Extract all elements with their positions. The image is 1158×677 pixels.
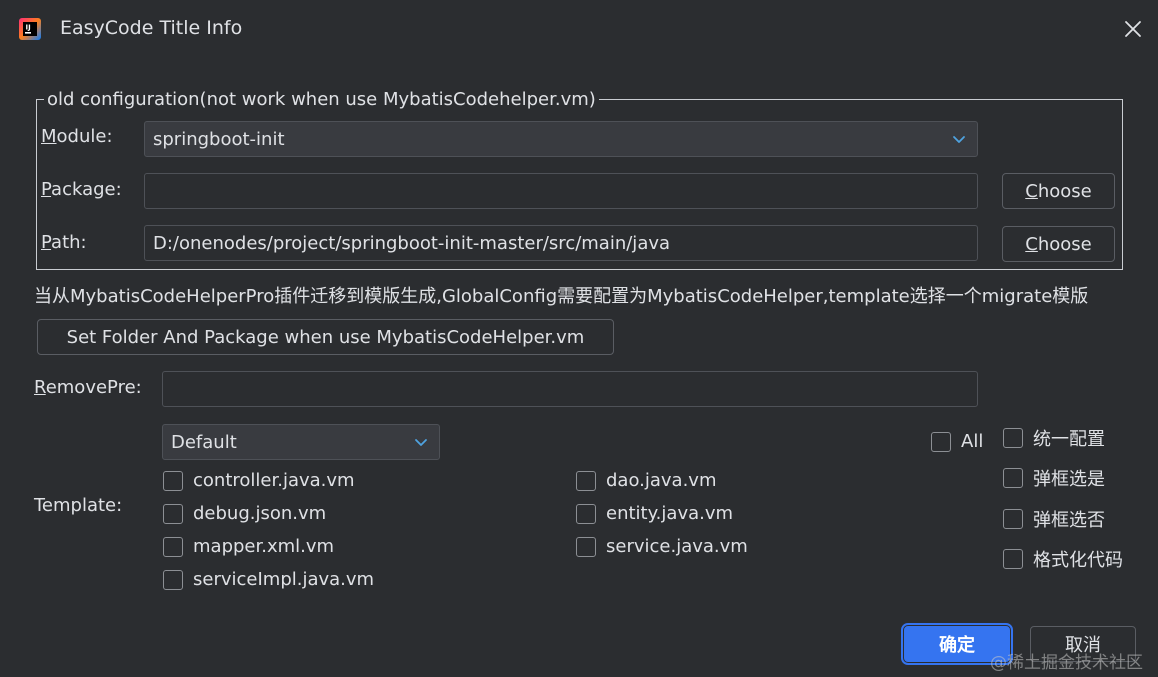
- path-choose-text: hoose: [1037, 233, 1092, 255]
- path-choose-button[interactable]: Choose: [1002, 226, 1115, 262]
- set-folder-package-button[interactable]: Set Folder And Package when use MybatisC…: [37, 319, 614, 355]
- package-label: Package:: [41, 179, 122, 200]
- template-checkbox-controller[interactable]: controller.java.vm: [163, 470, 355, 491]
- package-choose-button[interactable]: Choose: [1002, 173, 1115, 209]
- module-label: Module:: [41, 126, 113, 147]
- option-label: 弹框选否: [1033, 510, 1105, 531]
- close-icon: [1125, 21, 1141, 37]
- template-checkbox-service[interactable]: service.java.vm: [576, 536, 748, 557]
- checkbox-box: [1003, 549, 1023, 569]
- module-select[interactable]: springboot-init: [144, 121, 978, 157]
- svg-text:IJ: IJ: [26, 24, 31, 32]
- remove-pre-mnemonic: R: [34, 377, 46, 398]
- checkbox-box: [1003, 428, 1023, 448]
- template-item-label: debug.json.vm: [193, 503, 327, 524]
- path-choose-mnemonic: C: [1025, 233, 1038, 255]
- all-checkbox[interactable]: All: [931, 431, 983, 452]
- path-label-mnemonic: P: [41, 232, 52, 253]
- window-title: EasyCode Title Info: [60, 17, 243, 39]
- module-label-text: odule:: [56, 126, 113, 147]
- path-input[interactable]: D:/onenodes/project/springboot-init-mast…: [144, 225, 978, 261]
- option-label: 格式化代码: [1033, 550, 1123, 571]
- old-config-legend: old configuration(not work when use Myba…: [44, 89, 599, 110]
- template-group-value: Default: [171, 431, 237, 453]
- template-item-label: service.java.vm: [606, 536, 748, 557]
- template-checkbox-service-impl[interactable]: serviceImpl.java.vm: [163, 569, 374, 590]
- module-label-mnemonic: M: [41, 126, 57, 147]
- option-label: 弹框选是: [1033, 469, 1105, 490]
- checkbox-box: [163, 569, 183, 590]
- checkbox-box: [1003, 509, 1023, 529]
- checkbox-box: [163, 536, 183, 557]
- title-bar: IJ EasyCode Title Info: [0, 0, 1158, 58]
- option-label: 统一配置: [1033, 429, 1105, 450]
- checkbox-box: [163, 503, 183, 524]
- template-item-label: mapper.xml.vm: [193, 536, 335, 557]
- checkbox-box: [931, 431, 951, 452]
- checkbox-box: [163, 470, 183, 491]
- module-select-value: springboot-init: [153, 128, 285, 150]
- template-checkbox-mapper[interactable]: mapper.xml.vm: [163, 536, 334, 557]
- migration-hint-text: 当从MybatisCodeHelperPro插件迁移到模版生成,GlobalCo…: [34, 286, 1089, 307]
- package-input[interactable]: [144, 173, 978, 209]
- app-logo-icon: IJ: [19, 18, 41, 40]
- checkbox-box: [576, 470, 596, 491]
- option-unified-config[interactable]: 统一配置: [1003, 425, 1105, 451]
- template-checkbox-entity[interactable]: entity.java.vm: [576, 503, 733, 524]
- template-checkbox-debug[interactable]: debug.json.vm: [163, 503, 326, 524]
- template-item-label: dao.java.vm: [606, 470, 717, 491]
- remove-pre-label-text: emovePre:: [45, 377, 142, 398]
- watermark: @稀土掘金技术社区: [990, 653, 1143, 673]
- template-checkbox-dao[interactable]: dao.java.vm: [576, 470, 717, 491]
- path-label-text: ath:: [51, 232, 87, 253]
- template-item-label: serviceImpl.java.vm: [193, 569, 375, 590]
- option-dialog-yes[interactable]: 弹框选是: [1003, 465, 1105, 491]
- option-format-code[interactable]: 格式化代码: [1003, 546, 1123, 572]
- template-group-select[interactable]: Default: [162, 424, 440, 460]
- package-choose-text: hoose: [1037, 180, 1092, 202]
- all-checkbox-label: All: [961, 431, 984, 452]
- package-label-mnemonic: P: [41, 179, 52, 200]
- checkbox-box: [576, 536, 596, 557]
- template-item-label: controller.java.vm: [193, 470, 355, 491]
- package-choose-mnemonic: C: [1025, 180, 1038, 202]
- chevron-down-icon: [415, 439, 427, 446]
- option-dialog-no[interactable]: 弹框选否: [1003, 506, 1105, 532]
- remove-pre-input[interactable]: [162, 371, 978, 407]
- path-label: Path:: [41, 232, 87, 253]
- chevron-down-icon: [953, 136, 965, 143]
- remove-pre-label: RemovePre:: [34, 377, 142, 398]
- checkbox-box: [576, 503, 596, 524]
- checkbox-box: [1003, 468, 1023, 488]
- close-button[interactable]: [1120, 16, 1146, 42]
- template-label: Template:: [34, 495, 123, 516]
- package-label-text: ackage:: [51, 179, 122, 200]
- template-item-label: entity.java.vm: [606, 503, 734, 524]
